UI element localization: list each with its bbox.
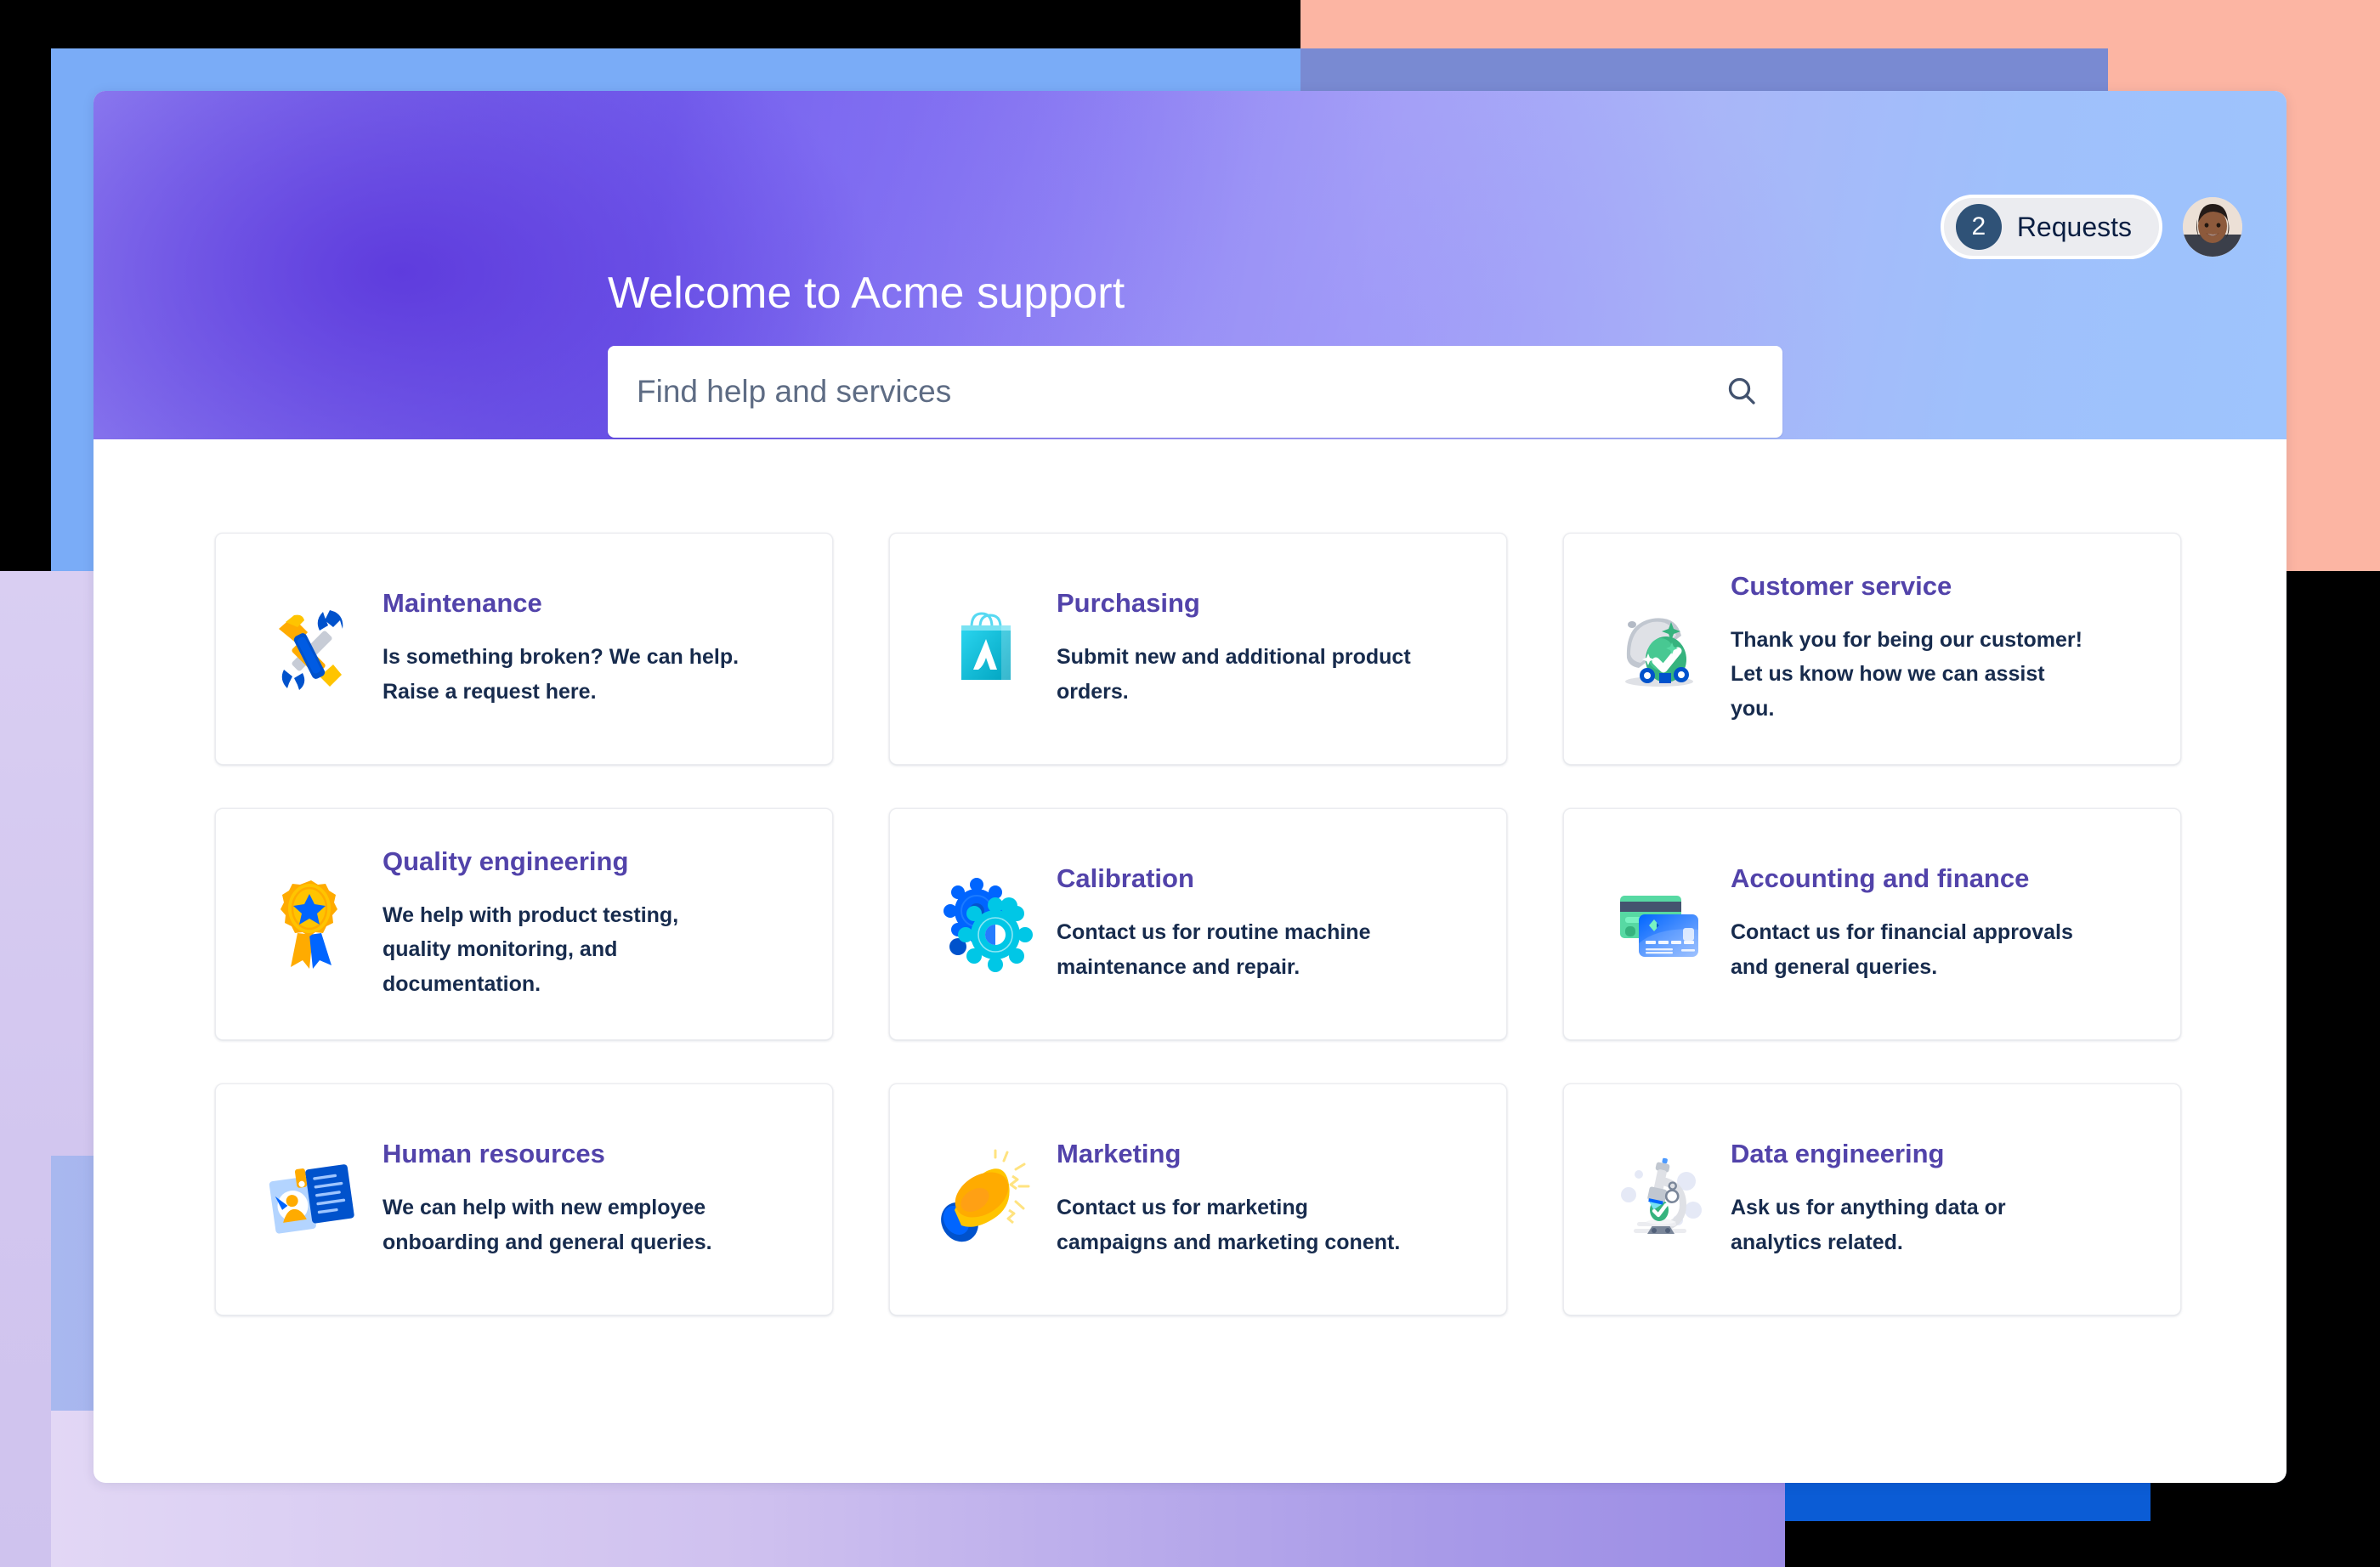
card-title: Calibration xyxy=(1057,863,1194,893)
card-title: Quality engineering xyxy=(382,846,629,876)
hammer-and-wrench-icon xyxy=(255,593,367,705)
megaphone-icon xyxy=(929,1144,1041,1256)
service-card-accounting-and-finance[interactable]: Accounting and finance Contact us for fi… xyxy=(1563,808,2181,1040)
avatar[interactable] xyxy=(2183,197,2242,257)
card-description: We help with product testing, quality mo… xyxy=(382,902,679,996)
card-description: Thank you for being our customer! Let us… xyxy=(1731,627,2082,721)
hero-actions: 2 Requests xyxy=(1940,195,2242,259)
requests-button[interactable]: 2 Requests xyxy=(1940,195,2162,259)
service-card-quality-engineering[interactable]: Quality engineering We help with product… xyxy=(215,808,833,1040)
card-title: Purchasing xyxy=(1057,587,1200,618)
card-description: Is something broken? We can help. Raise … xyxy=(382,645,740,704)
service-card-purchasing[interactable]: Purchasing Submit new and additional pro… xyxy=(889,533,1507,765)
service-card-maintenance[interactable]: Maintenance Is something broken? We can … xyxy=(215,533,833,765)
gears-icon xyxy=(929,868,1041,981)
service-card-data-engineering[interactable]: Data engineering Ask us for anything dat… xyxy=(1563,1083,2181,1315)
search-button[interactable] xyxy=(1701,346,1782,438)
card-description: Contact us for financial approvals and g… xyxy=(1731,920,2073,979)
card-title: Marketing xyxy=(1057,1138,1182,1168)
award-ribbon-icon xyxy=(255,868,367,981)
service-card-human-resources[interactable]: Human resources We can help with new emp… xyxy=(215,1083,833,1315)
service-card-calibration[interactable]: Calibration Contact us for routine machi… xyxy=(889,808,1507,1040)
requests-label: Requests xyxy=(2016,211,2132,242)
hero-header: Welcome to Acme support 2 xyxy=(94,91,2286,439)
card-description: Contact us for marketing campaigns and m… xyxy=(1057,1196,1401,1254)
app-window: Welcome to Acme support 2 xyxy=(94,91,2286,1483)
card-description: Submit new and additional product orders… xyxy=(1057,645,1411,704)
content-area: Maintenance Is something broken? We can … xyxy=(94,439,2286,1315)
card-description: Ask us for anything data or analytics re… xyxy=(1731,1196,2006,1254)
search-icon xyxy=(1725,374,1759,410)
card-description: We can help with new employee onboarding… xyxy=(382,1196,712,1254)
shopping-bag-icon xyxy=(929,593,1041,705)
service-card-customer-service[interactable]: Customer service Thank you for being our… xyxy=(1563,533,2181,765)
card-title: Accounting and finance xyxy=(1731,863,2030,893)
page-title: Welcome to Acme support xyxy=(608,268,1125,318)
screenshot-stage: Welcome to Acme support 2 xyxy=(0,0,2380,1567)
microscope-icon xyxy=(1603,1144,1715,1256)
card-title: Maintenance xyxy=(382,587,542,618)
card-title: Customer service xyxy=(1731,570,1952,601)
id-badge-document-icon xyxy=(255,1144,367,1256)
card-title: Data engineering xyxy=(1731,1138,1945,1168)
service-card-grid: Maintenance Is something broken? We can … xyxy=(215,533,2181,1315)
search-input[interactable] xyxy=(608,346,1701,438)
serving-dome-check-icon xyxy=(1603,593,1715,705)
service-card-marketing[interactable]: Marketing Contact us for marketing campa… xyxy=(889,1083,1507,1315)
credit-cards-icon xyxy=(1603,868,1715,981)
search-bar[interactable] xyxy=(608,346,1782,438)
card-title: Human resources xyxy=(382,1138,605,1168)
card-description: Contact us for routine machine maintenan… xyxy=(1057,920,1371,979)
requests-count-badge: 2 xyxy=(1955,204,2002,250)
